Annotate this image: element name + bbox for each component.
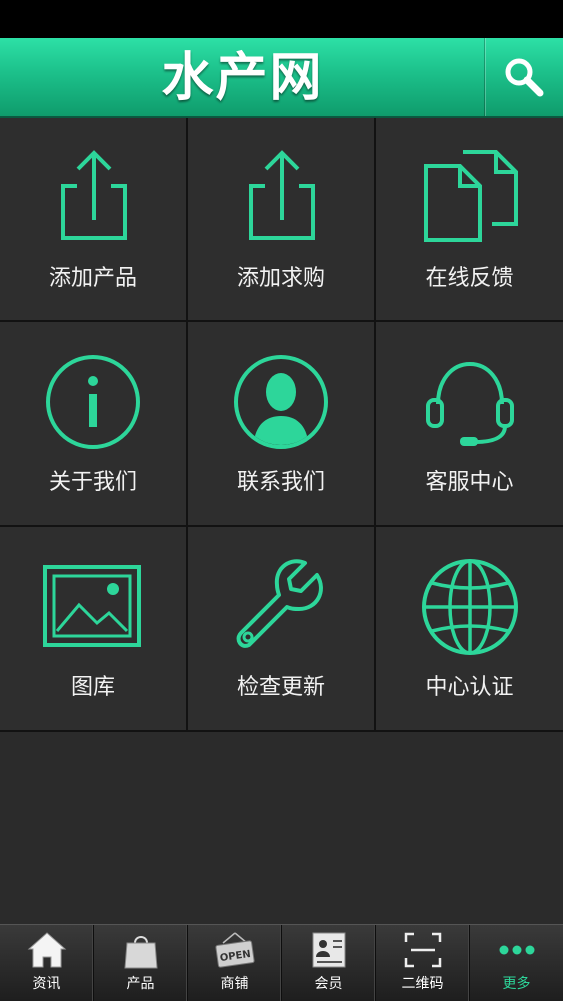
menu-item-feedback[interactable]: 在线反馈 <box>376 118 563 322</box>
bottom-tab-bar: 资讯 产品 OPEN 商铺 会员 二维码 更多 <box>0 924 563 1001</box>
more-dots-icon <box>499 945 534 955</box>
status-bar <box>0 0 563 38</box>
tab-news[interactable]: 资讯 <box>0 925 94 1001</box>
upload-icon <box>249 150 315 240</box>
shopping-bag-icon <box>123 936 158 969</box>
upload-icon <box>61 150 127 240</box>
menu-item-center-certification[interactable]: 中心认证 <box>376 527 563 732</box>
menu-item-label: 在线反馈 <box>425 266 514 291</box>
app-title: 水产网 <box>161 47 324 108</box>
headset-icon <box>425 361 514 446</box>
documents-icon <box>423 150 518 242</box>
menu-item-about-us[interactable]: 关于我们 <box>0 322 188 527</box>
tab-label: 产品 <box>126 976 155 992</box>
menu-item-label: 添加产品 <box>48 266 137 291</box>
menu-item-label: 客服中心 <box>425 470 514 495</box>
home-icon <box>27 932 66 968</box>
globe-icon <box>421 559 518 655</box>
menu-item-label: 联系我们 <box>236 470 325 495</box>
tab-shops[interactable]: OPEN 商铺 <box>188 925 282 1001</box>
menu-item-label: 图库 <box>70 675 115 700</box>
tab-label: 二维码 <box>401 976 444 992</box>
qr-scan-icon <box>404 932 441 968</box>
menu-item-gallery[interactable]: 图库 <box>0 527 188 732</box>
contact-person-icon <box>234 355 328 449</box>
tab-label: 更多 <box>502 976 531 992</box>
search-icon <box>505 58 544 97</box>
menu-item-add-product[interactable]: 添加产品 <box>0 118 188 322</box>
member-card-icon <box>312 932 345 968</box>
menu-item-add-purchase[interactable]: 添加求购 <box>188 118 376 322</box>
menu-item-contact-us[interactable]: 联系我们 <box>188 322 376 527</box>
menu-item-label: 添加求购 <box>236 266 325 291</box>
menu-item-label: 中心认证 <box>425 675 514 700</box>
open-sign-icon: OPEN <box>214 932 255 968</box>
image-gallery-icon <box>43 565 141 647</box>
wrench-icon <box>236 559 323 648</box>
search-button[interactable] <box>484 38 563 116</box>
menu-grid: 添加产品 添加求购 在线反馈 关于我们 联系我们 客服中心 图库 检查更新 中心… <box>0 118 563 732</box>
tab-label: 商铺 <box>220 976 249 992</box>
tab-label: 资讯 <box>32 976 61 992</box>
menu-item-label: 关于我们 <box>48 470 137 495</box>
tab-more[interactable]: 更多 <box>470 925 563 1001</box>
menu-item-label: 检查更新 <box>236 675 325 700</box>
tab-products[interactable]: 产品 <box>94 925 188 1001</box>
info-icon <box>46 355 140 449</box>
tab-members[interactable]: 会员 <box>282 925 376 1001</box>
menu-item-customer-service[interactable]: 客服中心 <box>376 322 563 527</box>
menu-item-check-update[interactable]: 检查更新 <box>188 527 376 732</box>
tab-label: 会员 <box>314 976 343 992</box>
tab-qr-code[interactable]: 二维码 <box>376 925 470 1001</box>
app-header: 水产网 <box>0 38 563 118</box>
